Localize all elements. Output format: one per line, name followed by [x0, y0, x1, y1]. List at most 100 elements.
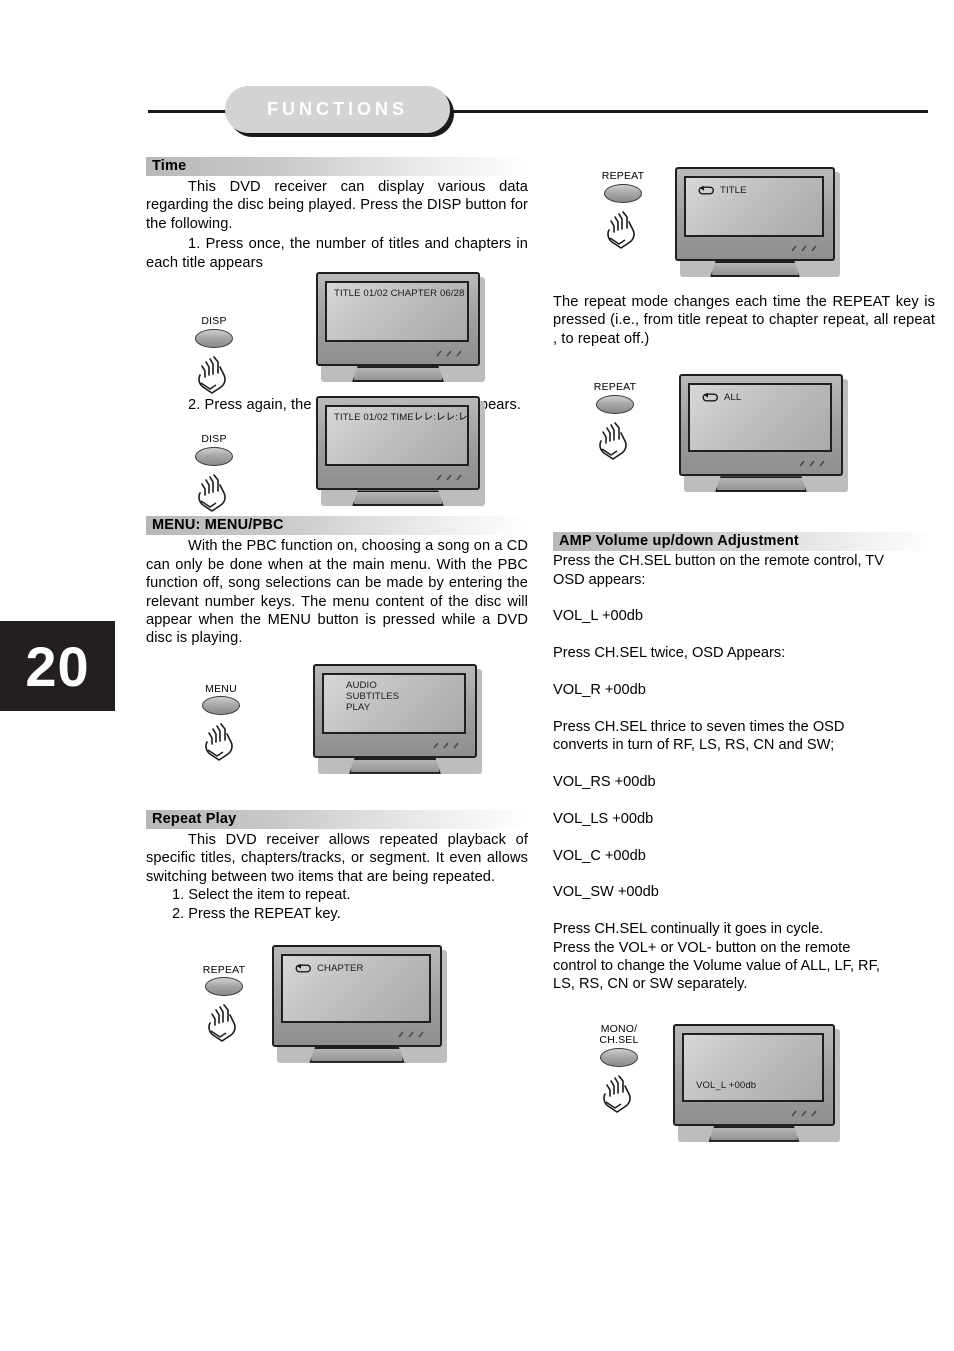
amp-blank-line [553, 699, 935, 717]
osd-text: ALL [724, 392, 742, 404]
remote-button-repeat-all[interactable]: REPEAT [577, 382, 653, 461]
section-heading-repeat-play: Repeat Play [146, 809, 528, 829]
figure-repeat-title: REPEAT TITLE [553, 157, 935, 285]
time-step-1: 1. Press once, the number of titles and … [146, 236, 528, 271]
osd-repeat-title: TITLE [698, 185, 747, 197]
button-label-mono-chsel: MONO/ CH.SEL [599, 1022, 639, 1047]
osd-menu-item-audio: AUDIO [346, 679, 377, 691]
tv-screen: VOL_L +00db [682, 1032, 824, 1102]
tv-screen: TITLE 01/02 TIME㆑㆑:㆑㆑:㆑㆑ [325, 405, 469, 467]
amp-blank-line [553, 663, 935, 681]
header-chip: FUNCTIONS [225, 86, 450, 133]
amp-text-line: OSD appears: [553, 571, 646, 588]
section-heading-time: Time [146, 157, 528, 176]
page-number: 20 [25, 634, 90, 698]
amp-text-line: LS, RS, CN or SW separately. [553, 976, 748, 993]
repeat-step-2: 2. Press the REPEAT key. [172, 905, 341, 922]
tv-body: TITLE [675, 167, 835, 261]
tv-stand [309, 1046, 405, 1063]
remote-button-repeat-chapter[interactable]: REPEAT [186, 963, 262, 1044]
amp-blank-line [553, 589, 935, 607]
tv-screen: TITLE 01/02 CHAPTER 06/28 [325, 281, 469, 343]
oval-button[interactable] [205, 977, 243, 997]
tv-set-menu: AUDIO SUBTITLES PLAY [313, 663, 482, 774]
remote-button-chsel[interactable]: MONO/ CH.SEL [581, 1022, 657, 1114]
amp-text-line: converts in turn of RF, LS, RS, CN and S… [553, 737, 835, 754]
oval-button[interactable] [195, 446, 233, 466]
amp-text-block: Press the CH.SEL button on the remote co… [553, 552, 935, 994]
tv-set-disp-once: TITLE 01/02 CHAPTER 06/28 [316, 272, 485, 383]
right-column: REPEAT TITLE The repeat mode changes eac… [553, 157, 935, 1151]
tv-stand [352, 490, 444, 507]
oval-button[interactable] [604, 183, 642, 203]
button-label-repeat: REPEAT [601, 170, 645, 182]
tv-indicator-marks [791, 1110, 817, 1117]
section-heading-amp: AMP Volume up/down Adjustment [553, 532, 935, 552]
tv-stand [710, 261, 800, 277]
pointing-hand-icon [599, 1072, 639, 1114]
amp-blank-line [553, 865, 935, 883]
pointing-hand-icon [204, 1001, 244, 1043]
amp-text-line: Press CH.SEL thrice to seven times the O… [553, 718, 845, 735]
repeat-loop-icon [702, 393, 718, 402]
pointing-hand-icon [201, 720, 241, 762]
button-label-menu: MENU [205, 682, 237, 695]
tv-set-disp-again: TITLE 01/02 TIME㆑㆑:㆑㆑:㆑㆑ [316, 396, 485, 507]
amp-blank-line [553, 828, 935, 846]
pointing-hand-icon [595, 419, 635, 461]
section-heading-menu: MENU: MENU/PBC [146, 516, 528, 536]
button-label-disp: DISP [201, 315, 227, 328]
remote-button-menu[interactable]: MENU [188, 682, 254, 763]
osd-menu-item-subtitles: SUBTITLES [346, 690, 400, 702]
repeat-play-paragraph: This DVD receiver allows repeated playba… [146, 831, 528, 885]
osd-volume-text: VOL_L +00db [696, 1080, 757, 1092]
figure-disp-again: DISP TITLE 01/02 TIME㆑㆑:㆑㆑:㆑㆑ [146, 378, 528, 512]
amp-text-line: Press the VOL+ or VOL- button on the rem… [553, 939, 851, 956]
button-label-repeat: REPEAT [593, 381, 637, 394]
tv-screen: ALL [688, 383, 832, 453]
amp-text-line: VOL_C +00db [553, 847, 646, 864]
tv-body: TITLE 01/02 CHAPTER 06/28 [316, 272, 480, 367]
tv-screen: CHAPTER [281, 953, 431, 1023]
tv-indicator-marks [436, 350, 462, 357]
pointing-hand-icon [603, 208, 643, 250]
amp-text-line: Press CH.SEL continually it goes in cycl… [553, 921, 824, 938]
oval-button[interactable] [202, 696, 240, 716]
tv-set-chsel: VOL_L +00db [673, 1023, 840, 1142]
tv-indicator-marks [436, 474, 462, 481]
figure-repeat-chapter: REPEAT CHAPTER [146, 944, 528, 1075]
tv-body: AUDIO SUBTITLES PLAY [313, 663, 477, 758]
figure-repeat-all: REPEAT ALL [553, 374, 935, 514]
page-number-tab: 20 [0, 621, 115, 711]
amp-text-line: VOL_LS +00db [553, 810, 654, 827]
tv-stand [715, 476, 807, 493]
tv-indicator-marks [791, 245, 817, 252]
tv-screen: TITLE [684, 176, 824, 237]
osd-text: TITLE 01/02 CHAPTER 06/28 [334, 288, 465, 300]
oval-button[interactable] [195, 328, 233, 348]
amp-blank-line [553, 755, 935, 773]
oval-button[interactable] [600, 1047, 638, 1067]
amp-text-line: VOL_R +00db [553, 682, 646, 699]
tv-screen: AUDIO SUBTITLES PLAY [322, 672, 466, 734]
osd-text: TITLE 01/02 TIME㆑㆑:㆑㆑:㆑㆑ [334, 412, 469, 424]
button-label-repeat: REPEAT [202, 963, 246, 976]
tv-body: CHAPTER [272, 944, 442, 1047]
figure-disp-once: DISP TITLE 01/02 CHAPTER 06/28 [146, 272, 528, 394]
tv-body: VOL_L +00db [673, 1023, 835, 1126]
osd-menu-item-play: PLAY [346, 701, 371, 713]
oval-button[interactable] [596, 394, 634, 414]
tv-set-repeat-all: ALL [679, 374, 848, 493]
repeat-mode-paragraph: The repeat mode changes each time the RE… [553, 294, 935, 347]
amp-text-line: VOL_L +00db [553, 608, 643, 625]
tv-set-repeat-title: TITLE [675, 167, 840, 277]
amp-text-line: Press the CH.SEL button on the remote co… [553, 553, 884, 570]
tv-body: ALL [679, 374, 843, 477]
repeat-loop-icon [698, 186, 714, 195]
osd-repeat-all: ALL [702, 392, 741, 404]
remote-button-repeat-title[interactable]: REPEAT [585, 170, 661, 250]
menu-paragraph: With the PBC function on, choosing a son… [146, 538, 528, 647]
time-paragraph: This DVD receiver can display various da… [146, 179, 528, 232]
osd-repeat-chapter: CHAPTER [295, 963, 364, 975]
remote-button-disp-2[interactable]: DISP [184, 434, 244, 513]
